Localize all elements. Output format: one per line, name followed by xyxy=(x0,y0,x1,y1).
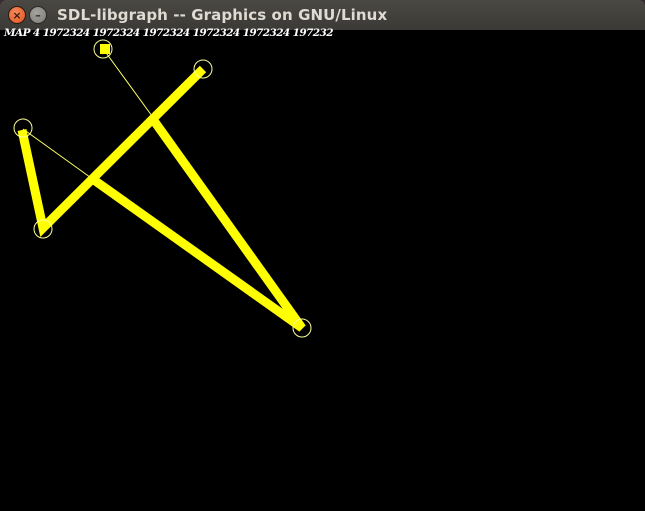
map-label: MAP 4 1972324 1972324 1972324 1972324 19… xyxy=(4,27,334,39)
thin-guide-line xyxy=(103,49,153,117)
close-button[interactable]: × xyxy=(8,6,26,24)
minimize-button[interactable]: – xyxy=(29,6,47,24)
window-title: SDL-libgraph -- Graphics on GNU/Linux xyxy=(57,6,388,24)
drawing-surface xyxy=(13,39,312,338)
minimize-icon: – xyxy=(35,8,41,22)
close-icon: × xyxy=(12,8,22,22)
app-window: × – SDL-libgraph -- Graphics on GNU/Linu… xyxy=(0,0,645,511)
graphics-canvas[interactable]: MAP 4 1972324 1972324 1972324 1972324 19… xyxy=(0,27,645,511)
